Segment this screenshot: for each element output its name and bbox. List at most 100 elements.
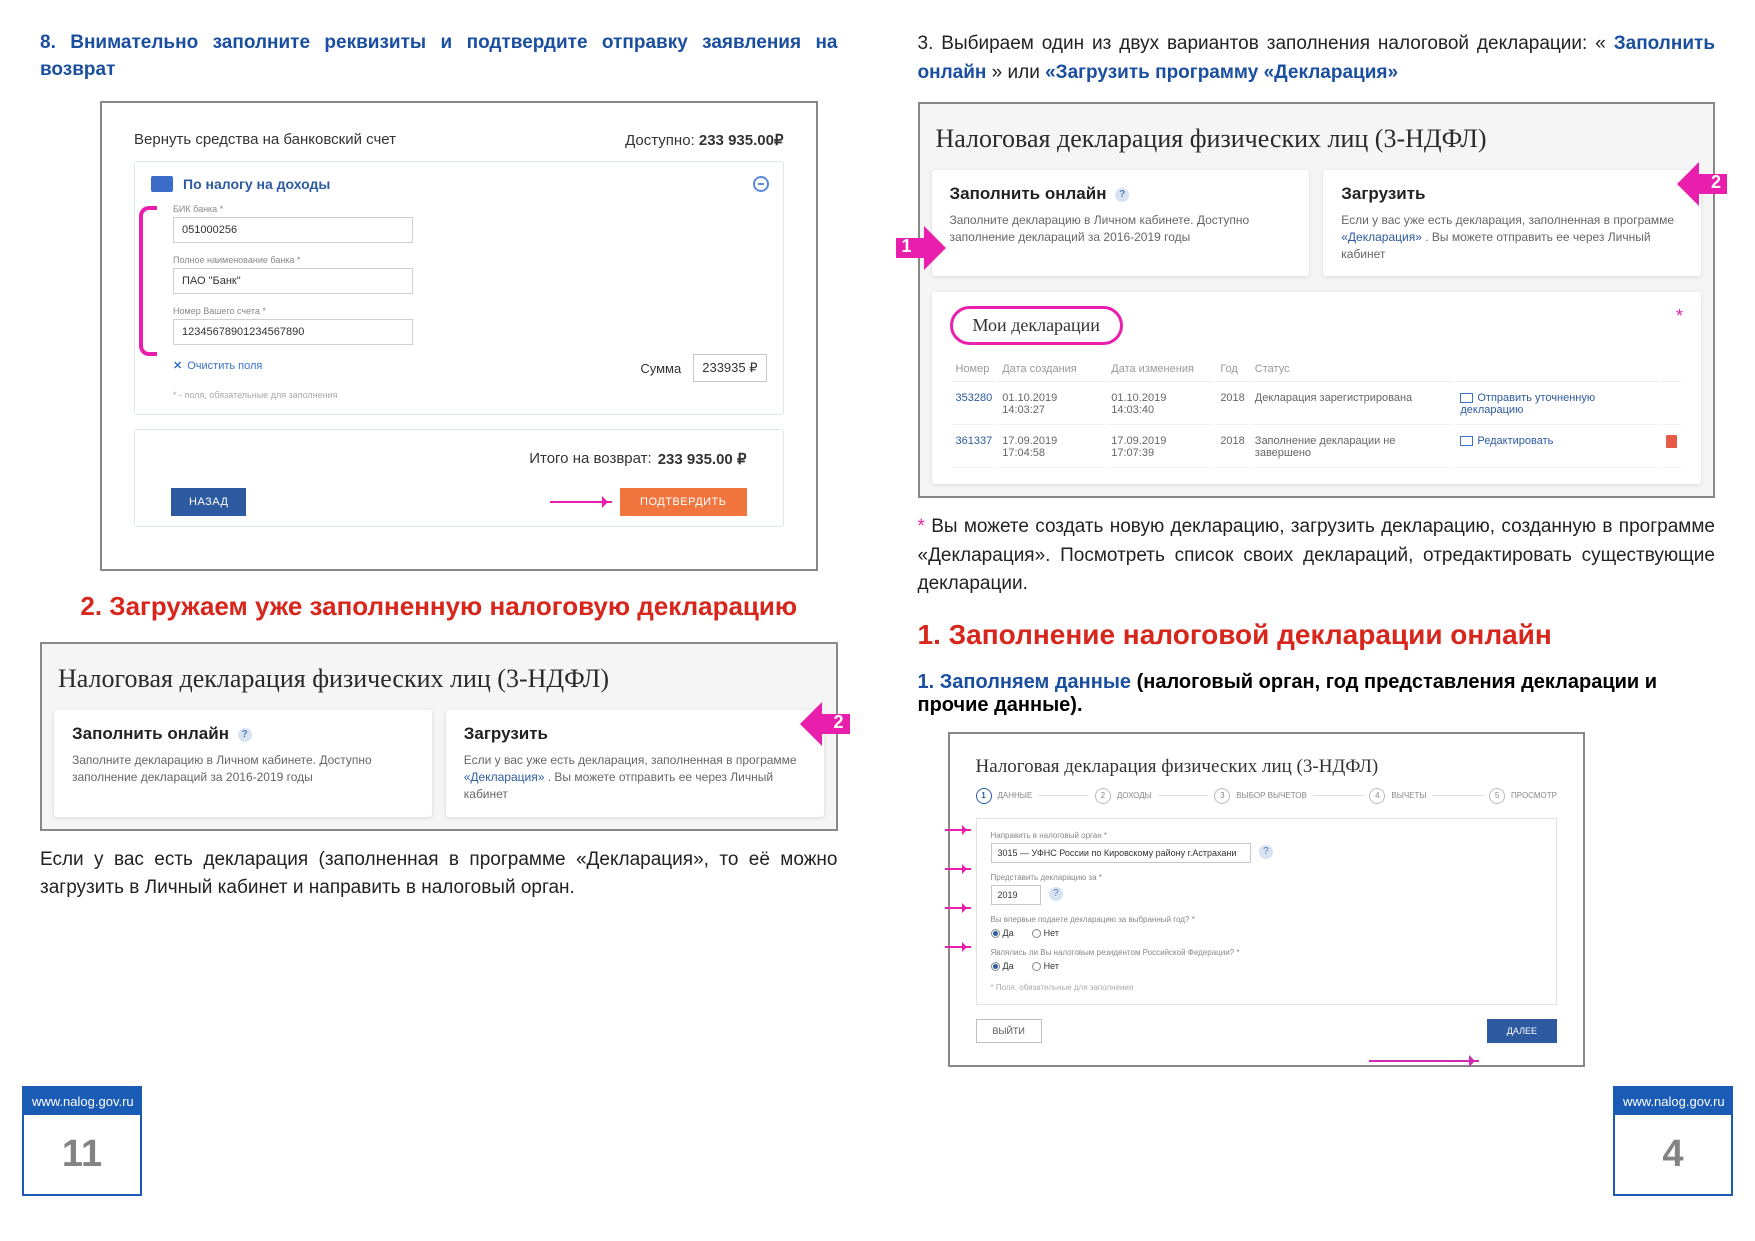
radio-no-2[interactable] [1032,962,1041,971]
p3-c: » или [992,62,1045,83]
step-4-label: ВЫЧЕТЫ [1391,791,1426,800]
heading-8: 8. Внимательно заполните реквизиты и под… [40,30,838,83]
step-1: 1 [976,788,992,804]
step-5-label: ПРОСМОТР [1511,791,1557,800]
screenshot-declaration-options-right: Налоговая декларация физических лиц (3-Н… [918,102,1716,498]
acct-label: Номер Вашего счета * [173,306,767,316]
badge-num-right: 4 [1615,1115,1731,1194]
my-declarations-tab[interactable]: Мои декларации [950,306,1123,345]
radio-yes-label: Да [1003,928,1014,938]
p3-d: «Загрузить программу «Декларация» [1045,62,1398,83]
cell-changed: 17.09.2019 17:07:39 [1107,427,1214,468]
sum-label: Сумма [640,361,681,376]
help-icon[interactable]: ? [1115,188,1129,202]
heading-red-1: 1. Заполнение налоговой декларации онлай… [918,619,1716,651]
clear-label: Очистить поля [187,360,262,372]
help-icon[interactable]: ? [1049,887,1063,901]
confirm-button[interactable]: ПОДТВЕРДИТЬ [620,488,746,516]
row-action-link[interactable]: Отправить уточненную декларацию [1460,392,1595,416]
option-online-heading-r[interactable]: Заполнить онлайн ? [950,184,1292,204]
annotation-arrow-2r: 2 [1667,162,1727,206]
exit-button[interactable]: ВЫЙТИ [976,1019,1042,1043]
option-online-label-r: Заполнить онлайн [950,184,1107,203]
decl-num-link[interactable]: 353280 [956,392,993,404]
collapse-icon[interactable] [753,176,769,192]
total-label: Итого на возврат: [529,450,651,468]
cell-changed: 01.10.2019 14:03:40 [1107,384,1214,425]
upload-text-link: «Декларация» [464,770,545,784]
col-status: Статус [1251,357,1455,382]
total-value: 233 935.00 ₽ [658,450,747,468]
back-button[interactable]: НАЗАД [171,488,246,516]
page-badge-right: www.nalog.gov.ru 4 [1613,1086,1733,1196]
annotation-arrow-1: 1 [896,226,956,270]
wiz-f2-select[interactable]: 2019 [991,885,1041,905]
radio-no[interactable] [1032,929,1041,938]
badge-url-right: www.nalog.gov.ru [1615,1088,1731,1115]
acct-input[interactable]: 12345678901234567890 [173,319,413,345]
table-row: 353280 01.10.2019 14:03:27 01.10.2019 14… [952,384,1682,425]
x-icon: ✕ [173,359,182,372]
bik-label: БИК банка * [173,204,767,214]
cell-status: Декларация зарегистрирована [1251,384,1455,425]
option-upload-heading-r[interactable]: Загрузить [1341,184,1683,204]
arrow-2-num-r: 2 [1711,172,1721,193]
upload-text-link-r: «Декларация» [1341,230,1422,244]
cell-year: 2018 [1216,427,1248,468]
annotation-arrow-next [1369,1060,1479,1062]
wiz-f1-select[interactable]: 3015 — УФНС России по Кировскому району … [991,843,1251,863]
cell-created: 01.10.2019 14:03:27 [998,384,1105,425]
option-online-text-r: Заполните декларацию в Личном кабинете. … [950,212,1292,246]
cash-icon [151,176,173,192]
step-3: 3 [1214,788,1230,804]
decl-num-link[interactable]: 361337 [956,435,993,447]
wiz-hint: * Поля, обязательные для заполнения [991,983,1543,992]
help-icon[interactable]: ? [1259,845,1273,859]
bank-avail-value: 233 935.00₽ [699,132,784,149]
p3-a: 3. Выбираем один из двух вариантов запол… [918,33,1606,54]
note-body: Вы можете создать новую декларацию, загр… [918,516,1716,594]
bankname-input[interactable]: ПАО "Банк" [173,268,413,294]
option-upload-text: Если у вас уже есть декларация, заполнен… [464,752,806,802]
wiz-f2-label: Представить декларацию за * [991,873,1543,882]
bank-section: По налогу на доходы [151,176,767,192]
mail-icon [1460,436,1473,446]
row-action-link[interactable]: Редактировать [1477,435,1553,447]
badge-num-left: 11 [24,1115,140,1194]
option-upload-heading[interactable]: Загрузить [464,724,806,744]
brace-annotation [139,206,157,356]
bank-section-label: По налогу на доходы [183,176,330,192]
step-3-label: ВЫБОР ВЫЧЕТОВ [1236,791,1307,800]
heading-sub-1: 1. Заполняем данные (налоговый орган, го… [918,671,1716,717]
bik-input[interactable]: 051000256 [173,217,413,243]
col-changed: Дата изменения [1107,357,1214,382]
heading-sub-blue: 1. Заполняем данные [918,671,1132,693]
body-paragraph-left: Если у вас есть декларация (заполненная … [40,846,838,903]
radio-yes[interactable] [991,929,1000,938]
wiz-q2-label: Являлись ли Вы налоговым резидентом Росс… [991,948,1543,957]
wiz-q1-label: Вы впервые подаете декларацию за выбранн… [991,915,1543,924]
declarations-table: Номер Дата создания Дата изменения Год С… [950,355,1684,470]
col-created: Дата создания [998,357,1105,382]
sum-input[interactable]: 233935 ₽ [693,354,766,382]
decl-card-title: Налоговая декларация физических лиц (3-Н… [54,656,824,710]
radio-yes-2[interactable] [991,962,1000,971]
paragraph-3: 3. Выбираем один из двух вариантов запол… [918,30,1716,87]
badge-url-left: www.nalog.gov.ru [24,1088,140,1115]
step-4: 4 [1369,788,1385,804]
arrow-1-num: 1 [902,236,912,257]
cell-created: 17.09.2019 17:04:58 [998,427,1105,468]
step-5: 5 [1489,788,1505,804]
option-online-text: Заполните декларацию в Личном кабинете. … [72,752,414,786]
note-paragraph: * Вы можете создать новую декларацию, за… [918,513,1716,599]
trash-icon[interactable] [1666,435,1677,448]
next-button[interactable]: ДАЛЕЕ [1487,1019,1557,1043]
cell-year: 2018 [1216,384,1248,425]
option-online-heading[interactable]: Заполнить онлайн ? [72,724,414,744]
step-2-label: ДОХОДЫ [1117,791,1152,800]
arrow-2-num: 2 [833,712,843,733]
wizard-steps: 1ДАННЫЕ 2ДОХОДЫ 3ВЫБОР ВЫЧЕТОВ 4ВЫЧЕТЫ 5… [976,788,1558,804]
bank-title: Вернуть средства на банковский счет [134,131,396,149]
required-hint: * - поля, обязательные для заполнения [173,390,767,400]
help-icon[interactable]: ? [238,728,252,742]
